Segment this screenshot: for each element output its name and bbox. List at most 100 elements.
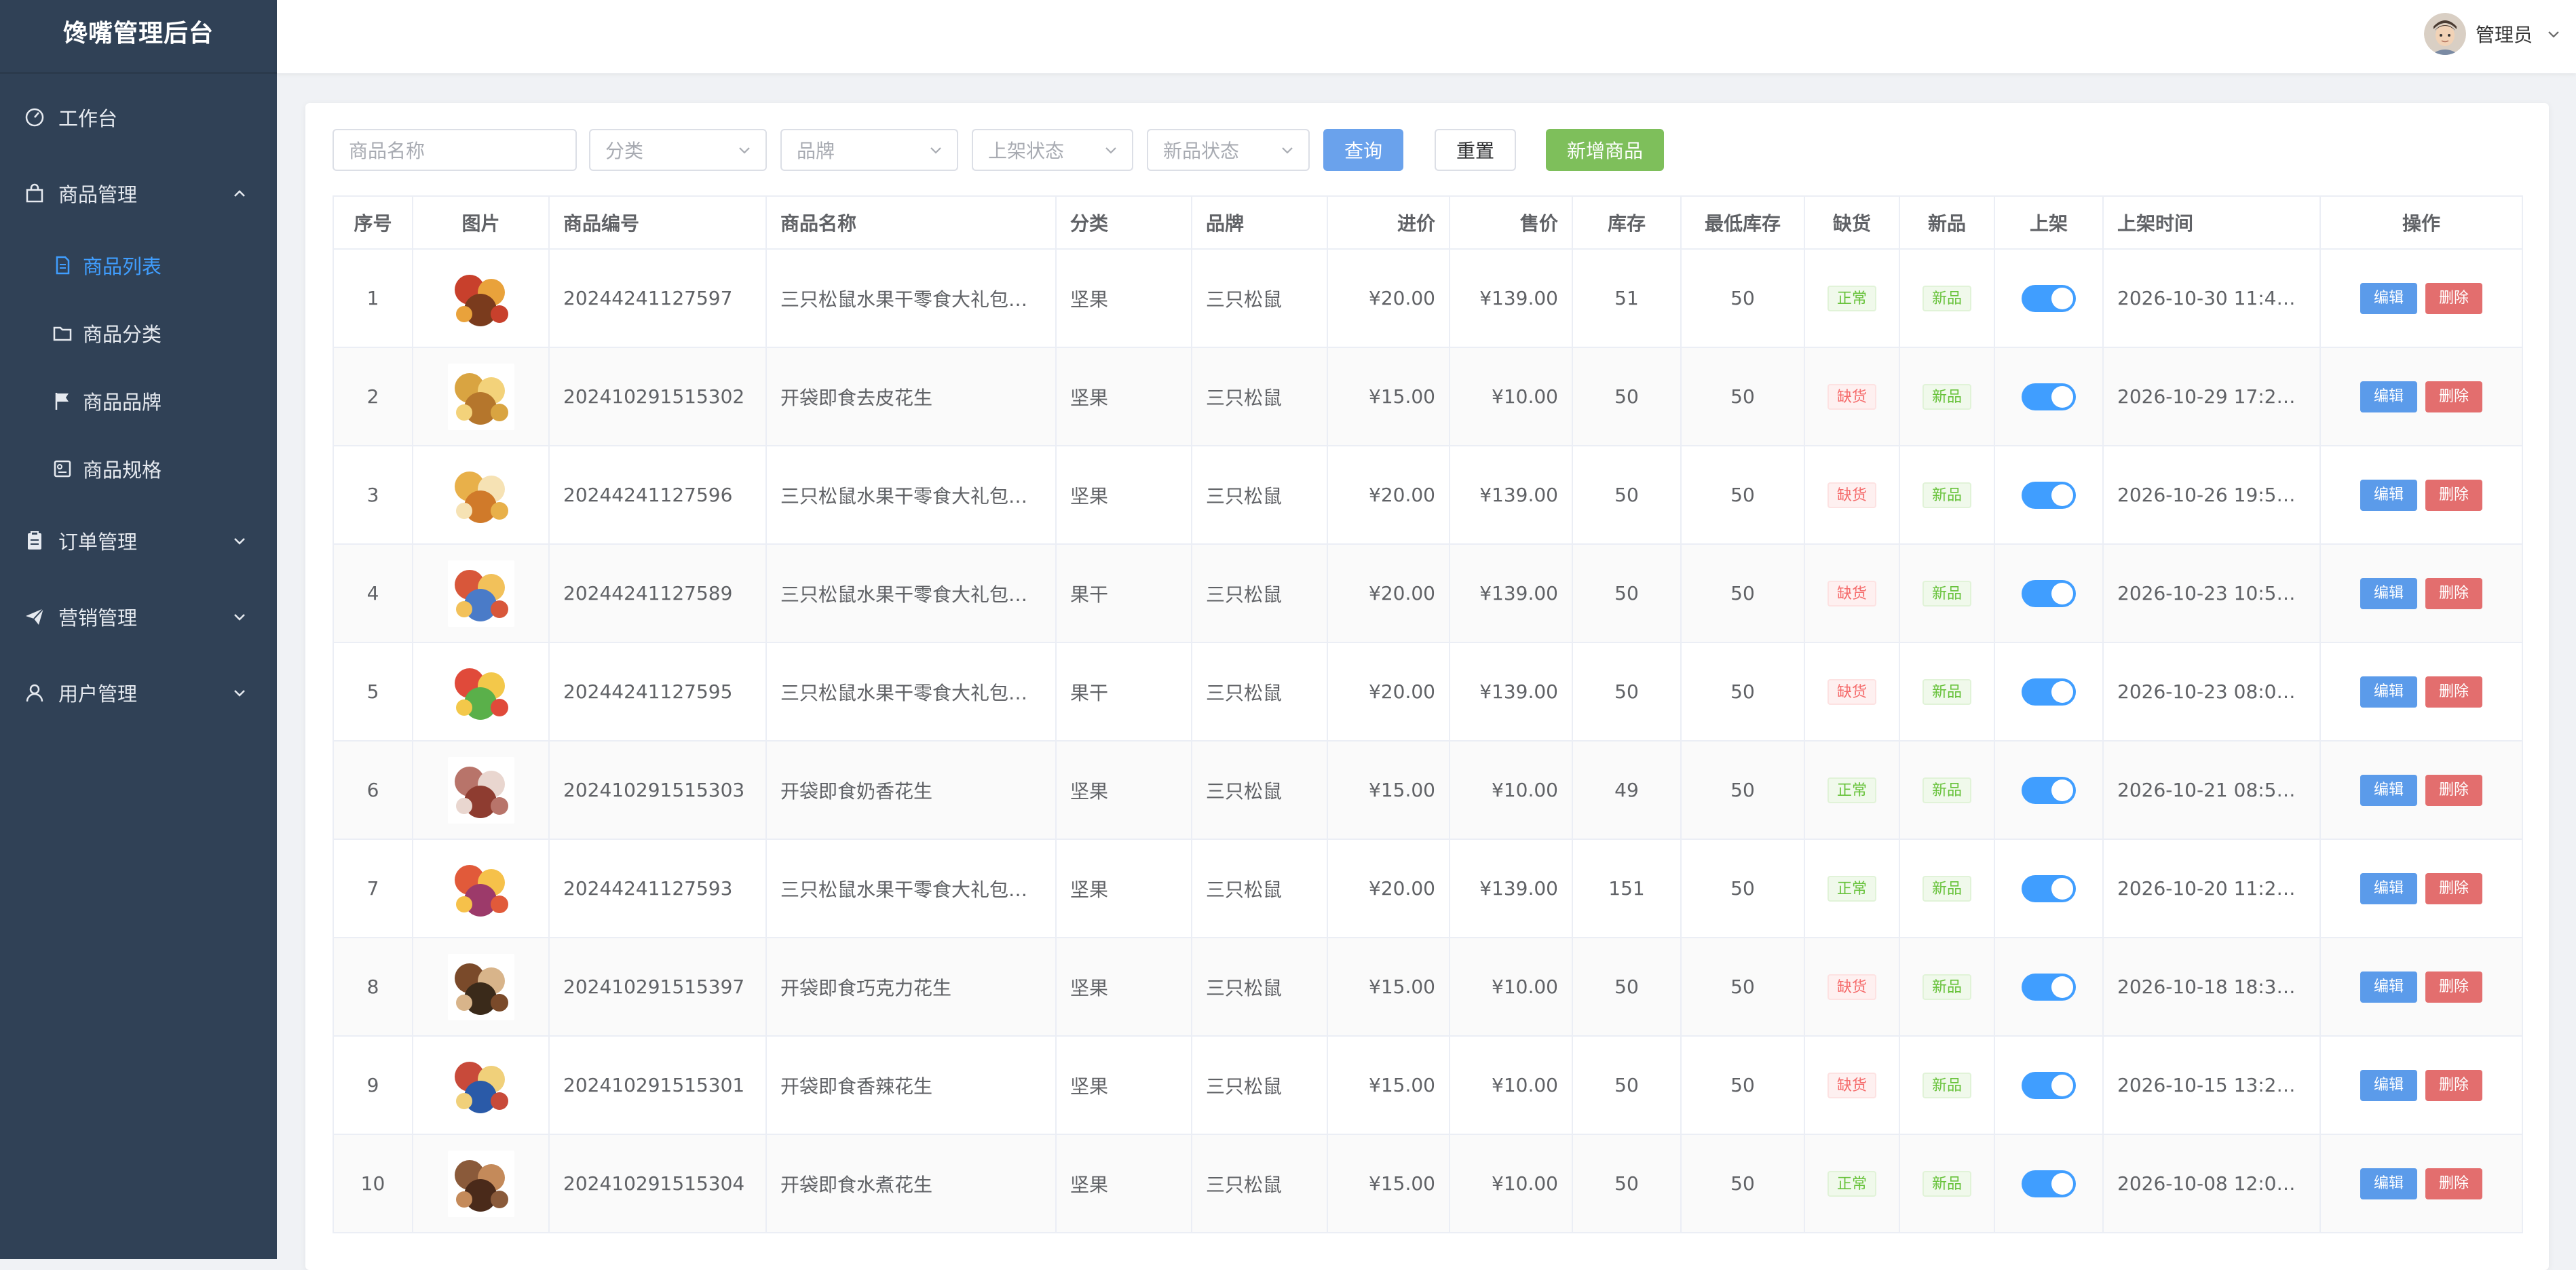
- cell-cost: ¥15.00: [1327, 740, 1450, 840]
- delete-button[interactable]: 删除: [2425, 676, 2483, 708]
- cell-on-shelf: [1994, 445, 2104, 545]
- cell-category: 坚果: [1055, 347, 1192, 446]
- new-badge: 新品: [1922, 1072, 1971, 1098]
- cell-index: 5: [333, 642, 413, 742]
- on-shelf-toggle[interactable]: [2022, 579, 2076, 607]
- cell-index: 9: [333, 1035, 413, 1135]
- on-shelf-toggle[interactable]: [2022, 1170, 2076, 1197]
- edit-button[interactable]: 编辑: [2360, 774, 2417, 806]
- sidebar-item-dashboard[interactable]: 工作台: [0, 79, 277, 155]
- on-shelf-toggle[interactable]: [2022, 284, 2076, 312]
- delete-button[interactable]: 删除: [2425, 1168, 2483, 1199]
- on-shelf-toggle[interactable]: [2022, 383, 2076, 410]
- brand-select[interactable]: 品牌: [780, 129, 958, 171]
- user-icon: [23, 681, 46, 704]
- cell-cost: ¥20.00: [1327, 642, 1450, 742]
- cell-category: 果干: [1055, 642, 1192, 742]
- chevron-down-icon: [234, 538, 245, 545]
- delete-button[interactable]: 删除: [2425, 872, 2483, 904]
- cell-code: 202410291515303: [548, 740, 767, 840]
- new-badge: 新品: [1922, 875, 1971, 902]
- cell-time: 2026-10-26 19:57:58: [2102, 445, 2321, 545]
- on-shelf-toggle[interactable]: [2022, 481, 2076, 509]
- sidebar: 馋嘴管理后台 工作台 商品管理 商品列表 商品分类 商品品牌 商品规格 订单管理…: [0, 0, 277, 1259]
- cell-stock: 50: [1572, 1035, 1682, 1135]
- cell-brand: 三只松鼠: [1191, 248, 1328, 348]
- table-row: 8 202410291515397 开袋即食巧克力花生 坚果 三只松鼠 ¥15.00 ¥10…: [333, 937, 2523, 1037]
- edit-button[interactable]: 编辑: [2360, 872, 2417, 904]
- cell-time: 2026-10-20 11:27:35: [2102, 839, 2321, 938]
- cell-stock-status: 正常: [1804, 248, 1900, 348]
- cell-index: 3: [333, 445, 413, 545]
- edit-button[interactable]: 编辑: [2360, 577, 2417, 609]
- shelf-status-select[interactable]: 上架状态: [972, 129, 1133, 171]
- user-menu[interactable]: 管理员: [2423, 12, 2562, 56]
- cell-code: 20244241127593: [548, 839, 767, 938]
- sidebar-item-order-management[interactable]: 订单管理: [0, 503, 277, 579]
- new-status-select[interactable]: 新品状态: [1147, 129, 1310, 171]
- column-header: 图片: [412, 195, 550, 250]
- chevron-down-icon: [234, 690, 245, 697]
- cell-brand: 三只松鼠: [1191, 1134, 1328, 1233]
- edit-button[interactable]: 编辑: [2360, 971, 2417, 1003]
- delete-button[interactable]: 删除: [2425, 282, 2483, 314]
- delete-button[interactable]: 删除: [2425, 577, 2483, 609]
- edit-button[interactable]: 编辑: [2360, 381, 2417, 412]
- delete-button[interactable]: 删除: [2425, 479, 2483, 511]
- cell-stock: 51: [1572, 248, 1682, 348]
- sidebar-item-product-management[interactable]: 商品管理: [0, 155, 277, 231]
- delete-button[interactable]: 删除: [2425, 1069, 2483, 1101]
- on-shelf-toggle[interactable]: [2022, 1071, 2076, 1099]
- cell-stock: 50: [1572, 445, 1682, 545]
- sidebar-item-marketing-management[interactable]: 营销管理: [0, 579, 277, 655]
- on-shelf-toggle[interactable]: [2022, 678, 2076, 706]
- cell-cost: ¥20.00: [1327, 445, 1450, 545]
- table-row: 9 202410291515301 开袋即食香辣花生 坚果 三只松鼠 ¥15.00 ¥10.…: [333, 1035, 2523, 1135]
- category-select[interactable]: 分类: [589, 129, 767, 171]
- sidebar-item-product-spec[interactable]: 商品规格: [0, 435, 277, 503]
- cell-code: 20244241127596: [548, 445, 767, 545]
- cell-brand: 三只松鼠: [1191, 740, 1328, 840]
- query-button[interactable]: 查询: [1323, 129, 1403, 171]
- sidebar-item-product-list[interactable]: 商品列表: [0, 231, 277, 299]
- on-shelf-toggle[interactable]: [2022, 874, 2076, 902]
- cell-min-stock: 50: [1680, 1134, 1805, 1233]
- delete-button[interactable]: 删除: [2425, 381, 2483, 412]
- cell-brand: 三只松鼠: [1191, 347, 1328, 446]
- on-shelf-toggle[interactable]: [2022, 973, 2076, 1001]
- cell-code: 202410291515397: [548, 937, 767, 1037]
- sidebar-item-product-category[interactable]: 商品分类: [0, 299, 277, 367]
- reset-button[interactable]: 重置: [1435, 129, 1516, 171]
- chevron-down-icon: [930, 147, 941, 154]
- cell-new: 新品: [1899, 445, 1995, 545]
- edit-button[interactable]: 编辑: [2360, 676, 2417, 708]
- edit-button[interactable]: 编辑: [2360, 1168, 2417, 1199]
- on-shelf-toggle[interactable]: [2022, 776, 2076, 804]
- delete-button[interactable]: 删除: [2425, 971, 2483, 1003]
- edit-button[interactable]: 编辑: [2360, 1069, 2417, 1101]
- cell-time: 2026-10-23 08:06:39: [2102, 642, 2321, 742]
- sidebar-item-product-brand[interactable]: 商品品牌: [0, 367, 277, 435]
- cell-actions: 编辑 删除: [2319, 347, 2523, 446]
- edit-button[interactable]: 编辑: [2360, 479, 2417, 511]
- cell-min-stock: 50: [1680, 445, 1805, 545]
- cell-actions: 编辑 删除: [2319, 1035, 2523, 1135]
- product-thumbnail: [447, 953, 514, 1020]
- table-row: 5 20244241127595 三只松鼠水果干零食大礼包… 果干 三只松鼠 ¥20.00…: [333, 642, 2523, 742]
- cell-new: 新品: [1899, 1134, 1995, 1233]
- add-product-button[interactable]: 新增商品: [1546, 129, 1664, 171]
- cell-cost: ¥20.00: [1327, 839, 1450, 938]
- cell-cost: ¥20.00: [1327, 248, 1450, 348]
- cell-code: 202410291515301: [548, 1035, 767, 1135]
- cell-stock-status: 正常: [1804, 1134, 1900, 1233]
- product-thumbnail: [447, 756, 514, 824]
- sidebar-item-user-management[interactable]: 用户管理: [0, 655, 277, 731]
- product-name-input[interactable]: 商品名称: [333, 129, 577, 171]
- column-header: 进价: [1327, 195, 1450, 250]
- cell-time: 2026-10-08 12:02:45: [2102, 1134, 2321, 1233]
- edit-button[interactable]: 编辑: [2360, 282, 2417, 314]
- cell-cost: ¥20.00: [1327, 543, 1450, 643]
- table-header-row: 序号 图片 商品编号 商品名称 分类 品牌 进价 售价 库存 最低库存 缺货 新品 上架 上架时间 操作: [333, 195, 2523, 250]
- delete-button[interactable]: 删除: [2425, 774, 2483, 806]
- stock-status-badge: 缺货: [1827, 383, 1876, 410]
